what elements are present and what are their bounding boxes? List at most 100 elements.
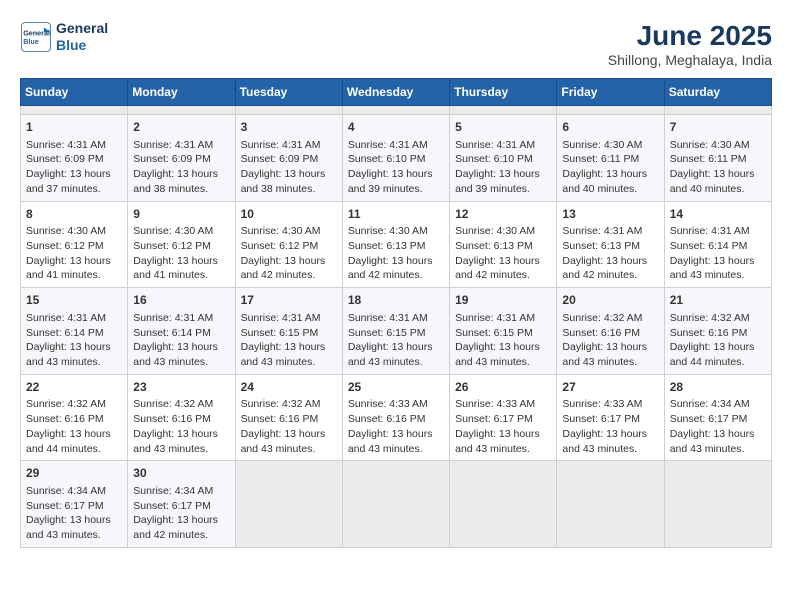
daylight-label: Daylight: 13 hours and 43 minutes. xyxy=(562,341,647,368)
sunrise-label: Sunrise: 4:31 AM xyxy=(133,312,213,324)
calendar-header-row: Sunday Monday Tuesday Wednesday Thursday… xyxy=(21,79,772,106)
sunset-label: Sunset: 6:09 PM xyxy=(26,153,104,165)
daylight-label: Daylight: 13 hours and 43 minutes. xyxy=(241,428,326,455)
day-number: 9 xyxy=(133,206,229,223)
sunrise-label: Sunrise: 4:31 AM xyxy=(26,139,106,151)
calendar-cell: 13 Sunrise: 4:31 AM Sunset: 6:13 PM Dayl… xyxy=(557,201,664,288)
day-number: 25 xyxy=(348,379,444,396)
calendar-week-5: 29 Sunrise: 4:34 AM Sunset: 6:17 PM Dayl… xyxy=(21,461,772,548)
day-number: 24 xyxy=(241,379,337,396)
calendar-cell xyxy=(235,106,342,115)
calendar-body: 1 Sunrise: 4:31 AM Sunset: 6:09 PM Dayli… xyxy=(21,106,772,548)
col-friday: Friday xyxy=(557,79,664,106)
calendar-cell: 11 Sunrise: 4:30 AM Sunset: 6:13 PM Dayl… xyxy=(342,201,449,288)
sunset-label: Sunset: 6:17 PM xyxy=(455,413,533,425)
page-header: General Blue General Blue June 2025 Shil… xyxy=(20,20,772,68)
calendar-cell xyxy=(557,461,664,548)
sunrise-label: Sunrise: 4:32 AM xyxy=(241,398,321,410)
sunrise-label: Sunrise: 4:34 AM xyxy=(670,398,750,410)
day-number: 10 xyxy=(241,206,337,223)
daylight-label: Daylight: 13 hours and 41 minutes. xyxy=(26,255,111,282)
calendar-week-1: 1 Sunrise: 4:31 AM Sunset: 6:09 PM Dayli… xyxy=(21,115,772,202)
calendar-cell xyxy=(664,461,771,548)
sunset-label: Sunset: 6:13 PM xyxy=(348,240,426,252)
sunrise-label: Sunrise: 4:34 AM xyxy=(133,485,213,497)
day-number: 27 xyxy=(562,379,658,396)
daylight-label: Daylight: 13 hours and 42 minutes. xyxy=(133,514,218,541)
calendar-cell xyxy=(21,106,128,115)
daylight-label: Daylight: 13 hours and 43 minutes. xyxy=(562,428,647,455)
calendar-cell: 4 Sunrise: 4:31 AM Sunset: 6:10 PM Dayli… xyxy=(342,115,449,202)
calendar-table: Sunday Monday Tuesday Wednesday Thursday… xyxy=(20,78,772,548)
daylight-label: Daylight: 13 hours and 44 minutes. xyxy=(670,341,755,368)
daylight-label: Daylight: 13 hours and 42 minutes. xyxy=(562,255,647,282)
sunrise-label: Sunrise: 4:31 AM xyxy=(562,225,642,237)
col-thursday: Thursday xyxy=(450,79,557,106)
daylight-label: Daylight: 13 hours and 38 minutes. xyxy=(241,168,326,195)
calendar-cell: 30 Sunrise: 4:34 AM Sunset: 6:17 PM Dayl… xyxy=(128,461,235,548)
sunrise-label: Sunrise: 4:30 AM xyxy=(455,225,535,237)
daylight-label: Daylight: 13 hours and 43 minutes. xyxy=(241,341,326,368)
sunset-label: Sunset: 6:15 PM xyxy=(241,327,319,339)
calendar-cell: 21 Sunrise: 4:32 AM Sunset: 6:16 PM Dayl… xyxy=(664,288,771,375)
calendar-cell: 10 Sunrise: 4:30 AM Sunset: 6:12 PM Dayl… xyxy=(235,201,342,288)
daylight-label: Daylight: 13 hours and 44 minutes. xyxy=(26,428,111,455)
sunset-label: Sunset: 6:17 PM xyxy=(670,413,748,425)
daylight-label: Daylight: 13 hours and 43 minutes. xyxy=(133,341,218,368)
day-number: 15 xyxy=(26,292,122,309)
sunset-label: Sunset: 6:15 PM xyxy=(455,327,533,339)
sunset-label: Sunset: 6:12 PM xyxy=(26,240,104,252)
daylight-label: Daylight: 13 hours and 39 minutes. xyxy=(348,168,433,195)
col-sunday: Sunday xyxy=(21,79,128,106)
title-area: June 2025 Shillong, Meghalaya, India xyxy=(608,20,772,68)
sunset-label: Sunset: 6:09 PM xyxy=(241,153,319,165)
sunrise-label: Sunrise: 4:30 AM xyxy=(562,139,642,151)
sunset-label: Sunset: 6:17 PM xyxy=(133,500,211,512)
sunset-label: Sunset: 6:16 PM xyxy=(241,413,319,425)
calendar-cell: 26 Sunrise: 4:33 AM Sunset: 6:17 PM Dayl… xyxy=(450,374,557,461)
calendar-cell xyxy=(342,106,449,115)
day-number: 2 xyxy=(133,119,229,136)
day-number: 21 xyxy=(670,292,766,309)
sunset-label: Sunset: 6:15 PM xyxy=(348,327,426,339)
day-number: 29 xyxy=(26,465,122,482)
day-number: 22 xyxy=(26,379,122,396)
sunrise-label: Sunrise: 4:31 AM xyxy=(133,139,213,151)
day-number: 26 xyxy=(455,379,551,396)
sunrise-label: Sunrise: 4:30 AM xyxy=(26,225,106,237)
sunset-label: Sunset: 6:17 PM xyxy=(562,413,640,425)
sunrise-label: Sunrise: 4:30 AM xyxy=(241,225,321,237)
sunrise-label: Sunrise: 4:32 AM xyxy=(670,312,750,324)
calendar-week-0 xyxy=(21,106,772,115)
calendar-cell xyxy=(450,106,557,115)
sunset-label: Sunset: 6:10 PM xyxy=(348,153,426,165)
sunrise-label: Sunrise: 4:34 AM xyxy=(26,485,106,497)
day-number: 8 xyxy=(26,206,122,223)
calendar-cell: 25 Sunrise: 4:33 AM Sunset: 6:16 PM Dayl… xyxy=(342,374,449,461)
sunrise-label: Sunrise: 4:31 AM xyxy=(26,312,106,324)
calendar-week-4: 22 Sunrise: 4:32 AM Sunset: 6:16 PM Dayl… xyxy=(21,374,772,461)
day-number: 30 xyxy=(133,465,229,482)
calendar-cell xyxy=(235,461,342,548)
sunrise-label: Sunrise: 4:30 AM xyxy=(133,225,213,237)
day-number: 16 xyxy=(133,292,229,309)
calendar-cell: 8 Sunrise: 4:30 AM Sunset: 6:12 PM Dayli… xyxy=(21,201,128,288)
daylight-label: Daylight: 13 hours and 37 minutes. xyxy=(26,168,111,195)
day-number: 14 xyxy=(670,206,766,223)
sunset-label: Sunset: 6:09 PM xyxy=(133,153,211,165)
daylight-label: Daylight: 13 hours and 42 minutes. xyxy=(348,255,433,282)
calendar-cell: 5 Sunrise: 4:31 AM Sunset: 6:10 PM Dayli… xyxy=(450,115,557,202)
sunset-label: Sunset: 6:16 PM xyxy=(348,413,426,425)
calendar-cell: 6 Sunrise: 4:30 AM Sunset: 6:11 PM Dayli… xyxy=(557,115,664,202)
calendar-cell: 9 Sunrise: 4:30 AM Sunset: 6:12 PM Dayli… xyxy=(128,201,235,288)
calendar-cell: 20 Sunrise: 4:32 AM Sunset: 6:16 PM Dayl… xyxy=(557,288,664,375)
sunrise-label: Sunrise: 4:31 AM xyxy=(455,312,535,324)
daylight-label: Daylight: 13 hours and 43 minutes. xyxy=(133,428,218,455)
calendar-cell: 17 Sunrise: 4:31 AM Sunset: 6:15 PM Dayl… xyxy=(235,288,342,375)
month-year: June 2025 xyxy=(608,20,772,52)
day-number: 13 xyxy=(562,206,658,223)
logo-text: General Blue xyxy=(56,20,108,54)
day-number: 11 xyxy=(348,206,444,223)
sunset-label: Sunset: 6:10 PM xyxy=(455,153,533,165)
calendar-week-2: 8 Sunrise: 4:30 AM Sunset: 6:12 PM Dayli… xyxy=(21,201,772,288)
